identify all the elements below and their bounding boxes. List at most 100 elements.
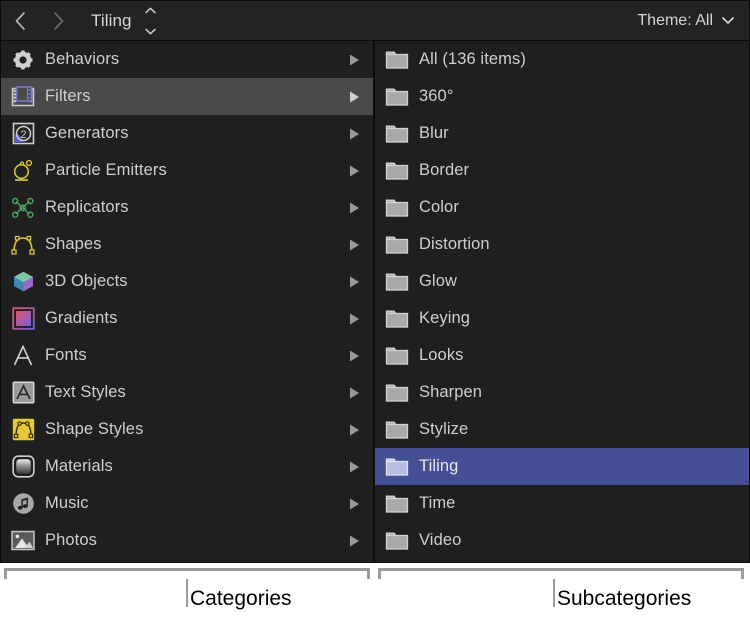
disclosure-triangle-icon[interactable] [349,349,360,362]
category-row-music[interactable]: Music [1,485,373,522]
folder-icon [384,269,410,295]
back-button[interactable] [1,1,39,41]
folder-icon [384,528,410,554]
subcategory-label: Blur [419,124,449,143]
disclosure-triangle-icon[interactable] [349,90,360,103]
subcategory-row-stylize[interactable]: Stylize [375,411,749,448]
motion-library-browser: Tiling Theme: All [0,0,750,628]
disclosure-triangle-icon[interactable] [349,238,360,251]
category-row-materials[interactable]: Materials [1,448,373,485]
category-label: Music [45,494,89,513]
subcategory-row-sharpen[interactable]: Sharpen [375,374,749,411]
subcategory-row-keying[interactable]: Keying [375,300,749,337]
forward-button[interactable] [39,1,77,41]
browser-window: Tiling Theme: All [0,0,750,563]
folder-icon [384,84,410,110]
disclosure-triangle-icon[interactable] [349,275,360,288]
chevron-right-icon [51,10,66,32]
subcategory-label: Tiling [419,457,458,476]
chevron-down-icon [721,12,735,30]
subcategory-row-border[interactable]: Border [375,152,749,189]
subcategories-leader-line [553,579,555,607]
category-row-text-styles[interactable]: Text Styles [1,374,373,411]
folder-icon [384,417,410,443]
category-label: Shape Styles [45,420,143,439]
letter-a-icon [10,343,36,369]
disclosure-triangle-icon[interactable] [349,386,360,399]
category-row-shapes[interactable]: Shapes [1,226,373,263]
subcategory-label: 360° [419,87,454,106]
folder-icon [384,380,410,406]
category-label: Photos [45,531,97,550]
subcategory-row-looks[interactable]: Looks [375,337,749,374]
folder-icon [384,47,410,73]
disclosure-triangle-icon[interactable] [349,460,360,473]
photo-icon [10,528,36,554]
category-row-behaviors[interactable]: Behaviors [1,41,373,78]
category-row-3d-objects[interactable]: 3D Objects [1,263,373,300]
folder-icon [384,491,410,517]
category-label: Materials [45,457,113,476]
category-row-photos[interactable]: Photos [1,522,373,559]
subcategory-row-all[interactable]: All (136 items) [375,41,749,78]
folder-icon [384,121,410,147]
theme-popup-label: Theme: All [637,12,713,30]
disclosure-triangle-icon[interactable] [349,423,360,436]
subcategory-row-tiling[interactable]: Tiling [375,448,749,485]
subcategory-label: All (136 items) [419,50,526,69]
subcategory-row-video[interactable]: Video [375,522,749,559]
category-label: Generators [45,124,129,143]
subcategory-row-360[interactable]: 360° [375,78,749,115]
disclosure-triangle-icon[interactable] [349,534,360,547]
category-row-shape-styles[interactable]: Shape Styles [1,411,373,448]
cube-icon [10,269,36,295]
disclosure-triangle-icon[interactable] [349,312,360,325]
generator-icon: 2 [10,121,36,147]
gradient-swatch-icon [10,306,36,332]
subcategory-row-distortion[interactable]: Distortion [375,226,749,263]
browser-panes: Behaviors [1,41,749,562]
material-icon [10,454,36,480]
category-label: Fonts [45,346,87,365]
categories-leader-line [186,579,188,607]
disclosure-triangle-icon[interactable] [349,201,360,214]
subcategory-row-color[interactable]: Color [375,189,749,226]
subcategories-pane[interactable]: All (136 items) 360° [375,41,749,562]
theme-popup-button[interactable]: Theme: All [637,12,735,30]
subcategory-label: Stylize [419,420,468,439]
category-label: Text Styles [45,383,126,402]
subcategory-label: Time [419,494,455,513]
subcategory-row-glow[interactable]: Glow [375,263,749,300]
subcategory-row-time[interactable]: Time [375,485,749,522]
folder-icon [384,232,410,258]
category-row-gradients[interactable]: Gradients [1,300,373,337]
category-label: Shapes [45,235,102,254]
category-row-fonts[interactable]: Fonts [1,337,373,374]
subcategory-label: Color [419,198,459,217]
browser-path-title: Tiling [91,11,132,31]
disclosure-triangle-icon[interactable] [349,497,360,510]
category-row-replicators[interactable]: Replicators [1,189,373,226]
filmstrip-icon [10,84,36,110]
subcategory-label: Looks [419,346,464,365]
category-row-particle-emitters[interactable]: Particle Emitters [1,152,373,189]
folder-icon [384,454,410,480]
music-note-icon [10,491,36,517]
subcategory-row-blur[interactable]: Blur [375,115,749,152]
subcategories-annotation-label: Subcategories [557,587,691,611]
browser-toolbar: Tiling Theme: All [1,1,749,41]
category-row-generators[interactable]: 2 Generators [1,115,373,152]
path-stepper-button[interactable] [144,1,157,40]
shape-style-icon [10,417,36,443]
disclosure-triangle-icon[interactable] [349,164,360,177]
categories-annotation-label: Categories [190,587,292,611]
disclosure-triangle-icon[interactable] [349,127,360,140]
category-row-filters[interactable]: Filters [1,78,373,115]
subcategory-label: Sharpen [419,383,482,402]
categories-bracket [4,568,370,579]
category-label: Filters [45,87,91,106]
disclosure-triangle-icon[interactable] [349,53,360,66]
categories-pane[interactable]: Behaviors [1,41,373,562]
subcategory-label: Border [419,161,469,180]
category-label: Particle Emitters [45,161,167,180]
